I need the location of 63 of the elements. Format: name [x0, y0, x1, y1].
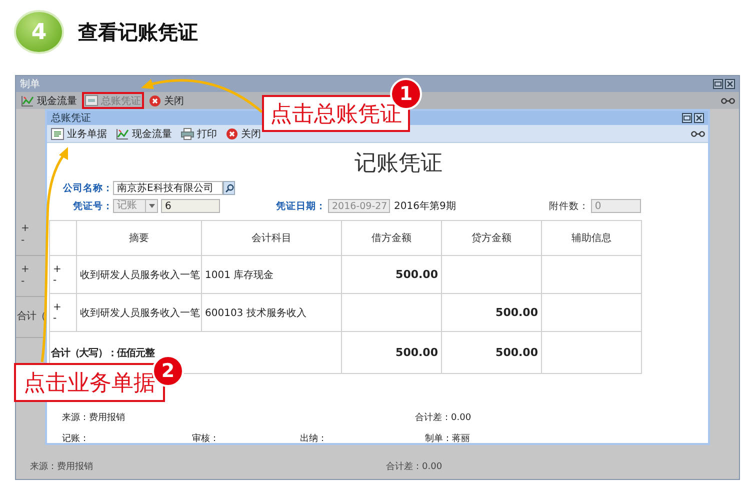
number-field[interactable]: 6 — [161, 199, 220, 213]
column-header: 贷方金额 — [442, 221, 542, 256]
table-cell: 1001 库存现金 — [202, 256, 342, 294]
remove-row-toggle[interactable]: - — [53, 312, 57, 324]
signature-label: 审核： — [192, 432, 220, 444]
toolbar-button[interactable]: 业务单据 — [48, 125, 110, 142]
expand-icon[interactable] — [721, 96, 735, 104]
table-cell: 500.00 — [442, 332, 542, 374]
window-title: 制单 — [20, 78, 40, 91]
column-header: 辅助信息 — [542, 221, 642, 256]
toolbar-button[interactable]: 现金流量 — [18, 92, 80, 109]
period-text: 2016年第9期 — [394, 200, 456, 213]
caret-icon — [148, 204, 154, 208]
collapse-toggle[interactable]: - — [21, 276, 46, 288]
chart-icon — [116, 128, 129, 140]
expand-icon[interactable] — [691, 130, 705, 138]
field-label: 公司名称： — [62, 182, 113, 194]
field-label: 附件数： — [548, 200, 589, 212]
table-cell: 500.00 — [342, 332, 442, 374]
company-field[interactable]: 南京苏E科技有限公司 — [113, 181, 223, 195]
expand-toggle[interactable]: + — [21, 264, 46, 276]
toolbar-button[interactable]: 关闭 — [146, 92, 187, 109]
maximize-icon[interactable] — [713, 79, 723, 89]
column-header: 会计科目 — [202, 221, 342, 256]
close-icon[interactable] — [725, 79, 735, 89]
chart-icon — [21, 94, 34, 106]
field-label: 凭证号： — [72, 200, 113, 212]
column-header: 借方金额 — [342, 221, 442, 256]
field-label: 凭证日期： — [275, 200, 326, 212]
add-row-toggle[interactable]: + — [53, 302, 62, 312]
step-badge: 4 — [14, 10, 64, 54]
signature-label: 出纳： — [300, 432, 328, 444]
total-label: 合计（ — [17, 311, 46, 323]
maximize-icon[interactable] — [682, 113, 692, 123]
difference-text: 合计差：0.00 — [415, 412, 472, 424]
close-icon — [226, 128, 238, 140]
printer-icon — [181, 128, 194, 140]
collapse-toggle[interactable]: - — [21, 235, 46, 247]
document-icon — [85, 95, 98, 106]
document-icon — [51, 128, 64, 140]
table-cell: 500.00 — [442, 294, 542, 332]
signature-label: 记账： — [62, 432, 90, 444]
toolbar-button[interactable]: 打印 — [178, 125, 220, 142]
remove-row-toggle[interactable]: - — [53, 274, 57, 286]
step-title: 查看记账凭证 — [78, 18, 198, 46]
close-icon — [149, 94, 161, 106]
source-text: 来源：费用报销 — [30, 460, 94, 472]
close-icon[interactable] — [694, 113, 704, 123]
column-header: 摘要 — [77, 221, 202, 256]
source-text: 来源：费用报销 — [62, 412, 126, 424]
table-cell: 600103 技术服务收入 — [202, 294, 342, 332]
window-title: 总账凭证 — [51, 112, 91, 125]
search-button[interactable] — [223, 181, 235, 195]
voucher-heading: 记账凭证 — [354, 150, 442, 178]
toolbar-button[interactable]: 现金流量 — [113, 125, 175, 142]
table-cell: 收到研发人员服务收入一笔 — [77, 256, 202, 294]
table-cell: 收到研发人员服务收入一笔 — [77, 294, 202, 332]
expand-toggle[interactable]: + — [21, 223, 46, 235]
table-cell: 500.00 — [342, 256, 442, 294]
difference-text: 合计差：0.00 — [386, 460, 442, 472]
signature-label: 制单：蒋丽 — [425, 432, 471, 444]
add-row-toggle[interactable]: + — [53, 264, 62, 274]
search-icon — [224, 184, 234, 192]
